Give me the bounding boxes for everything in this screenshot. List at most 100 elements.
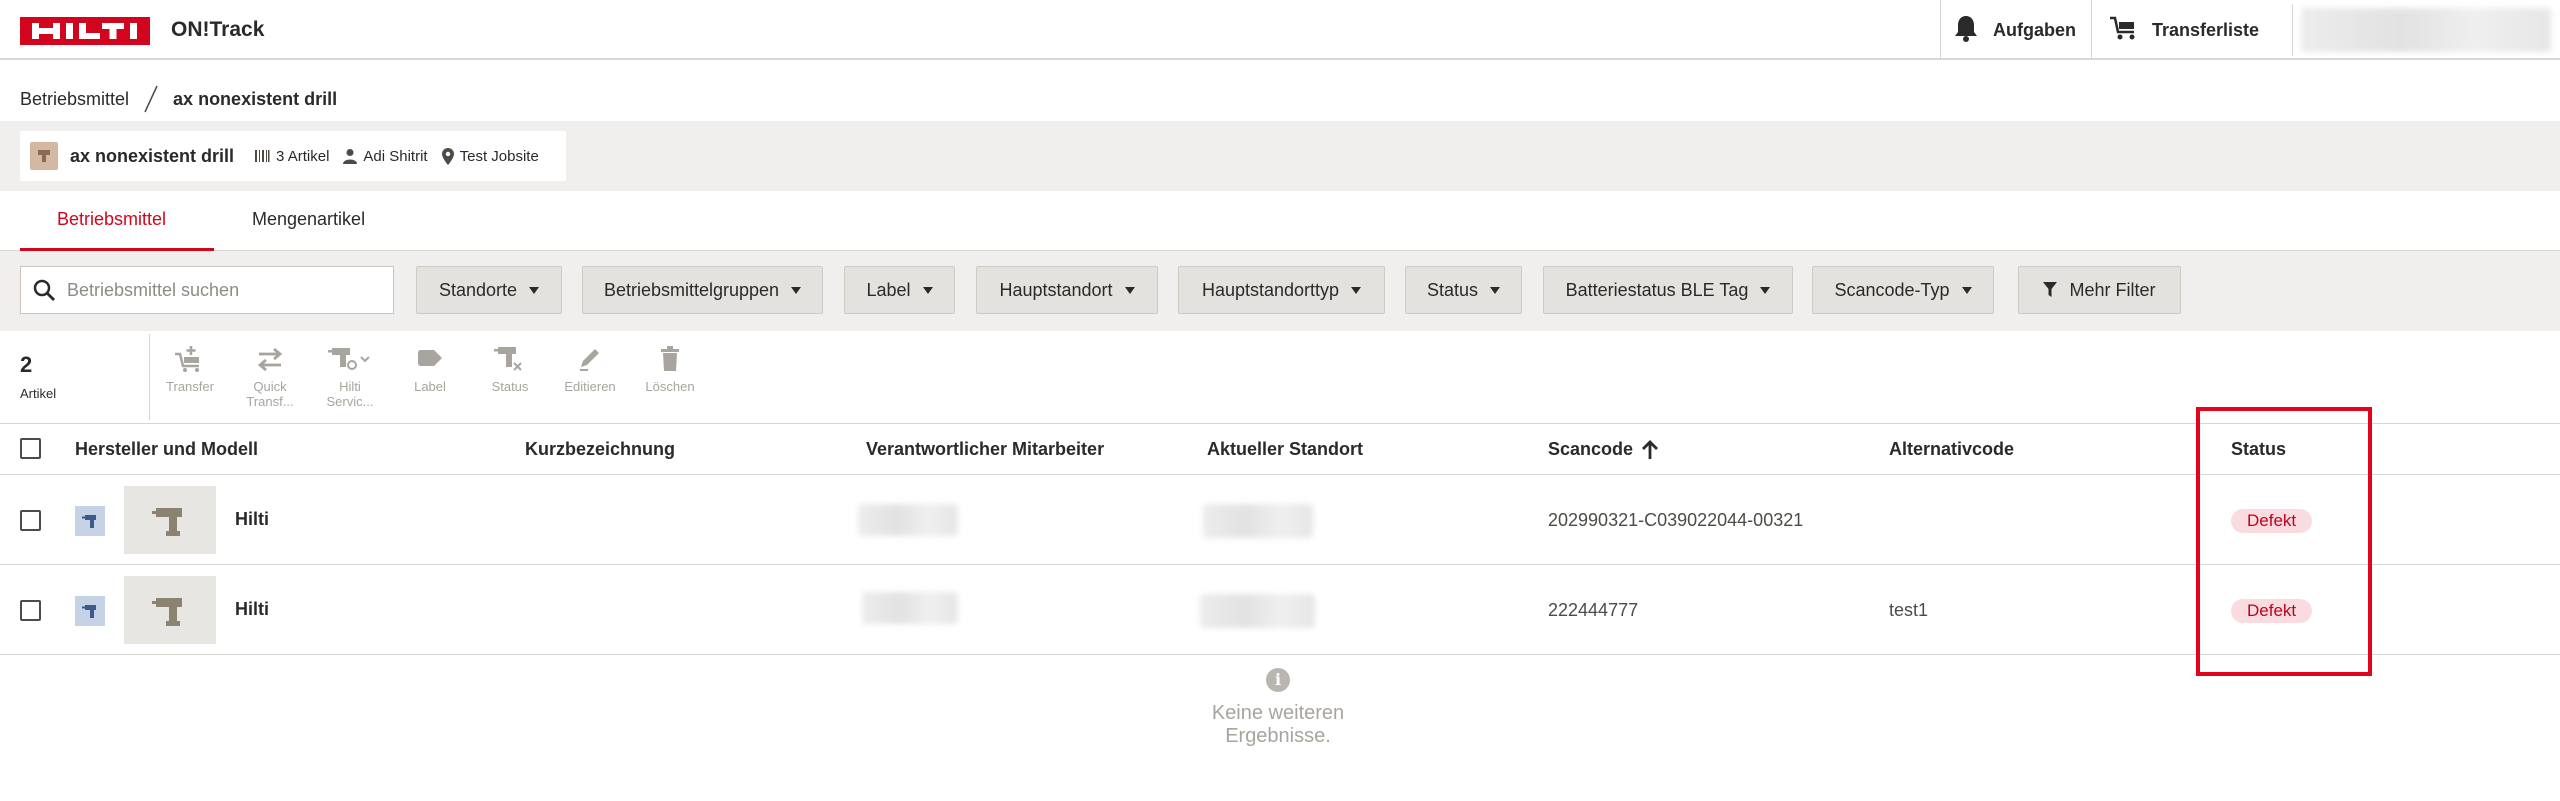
toolbar-status[interactable]: Status: [475, 345, 545, 394]
drill-status-icon: [494, 347, 522, 371]
pencil-icon: [580, 349, 599, 371]
caret-down-icon: [1351, 286, 1362, 294]
filter-betriebsmittelgruppen[interactable]: Betriebsmittelgruppen: [582, 266, 823, 314]
asset-info-band: ax nonexistent drill 3 Artikel Adi Shitr…: [0, 121, 2560, 191]
toolbar-delete[interactable]: Löschen: [635, 345, 705, 394]
app-header: ON!Track Aufgaben Transferliste: [0, 0, 2560, 60]
column-header-responsible-employee[interactable]: Verantwortlicher Mitarbeiter: [866, 439, 1104, 460]
toolbar-edit[interactable]: Editieren: [555, 345, 625, 394]
cell-scancode: 222444777: [1548, 600, 1639, 620]
tasks-label: Aufgaben: [1993, 19, 2076, 40]
cell-alternative-code: test1: [1889, 600, 1929, 620]
toolbar-label: Quick Transf...: [246, 379, 294, 409]
sort-ascending-icon: [1642, 439, 1659, 459]
filter-label: Hauptstandort: [999, 279, 1113, 300]
breadcrumb-root[interactable]: Betriebsmittel: [20, 89, 129, 110]
filter-label: Standorte: [438, 279, 518, 300]
breadcrumb: Betriebsmittel ax nonexistent drill: [20, 84, 337, 114]
search-input[interactable]: [67, 279, 367, 301]
drill-icon: [38, 150, 50, 162]
article-count-text: 3 Artikel: [276, 147, 330, 165]
toolbar-divider: [149, 334, 150, 420]
swap-arrows-icon: [257, 347, 283, 372]
drill-icon: [82, 515, 96, 528]
filter-standorte[interactable]: Standorte: [416, 266, 562, 314]
column-header-short-name[interactable]: Kurzbezeichnung: [525, 439, 675, 460]
responsible-employee: Adi Shitrit: [343, 148, 428, 165]
hilti-logo[interactable]: [20, 17, 150, 45]
result-count-label: Artikel: [20, 386, 57, 401]
filter-label: Mehr Filter: [2069, 279, 2156, 300]
cell-employee-redacted: [858, 504, 958, 536]
column-header-manufacturer[interactable]: Hersteller und Modell: [75, 439, 258, 460]
caret-down-icon: [1760, 286, 1771, 294]
scancode-header-text: Scancode: [1548, 439, 1634, 459]
trash-icon: [661, 346, 679, 371]
no-more-results-text: Keine weiteren Ergebnisse.: [1211, 702, 1345, 747]
filter-hauptstandort[interactable]: Hauptstandort: [976, 266, 1158, 314]
app-title: ON!Track: [171, 18, 265, 41]
transfer-list-button[interactable]: Transferliste: [2091, 0, 2291, 60]
filter-label: Batteriestatus BLE Tag: [1565, 279, 1749, 300]
column-header-alternative-code[interactable]: Alternativcode: [1889, 439, 2014, 460]
row-checkbox[interactable]: [20, 600, 41, 621]
status-column-highlight: [2196, 407, 2372, 676]
cart-add-icon: [175, 346, 199, 372]
caret-down-icon: [529, 286, 540, 294]
cell-location-redacted: [1203, 504, 1313, 538]
cell-manufacturer: Hilti: [235, 599, 269, 619]
filter-batteriestatus-ble-tag[interactable]: Batteriestatus BLE Tag: [1543, 266, 1793, 314]
column-header-scancode[interactable]: Scancode: [1548, 439, 1659, 460]
select-all-checkbox[interactable]: [20, 438, 41, 459]
filter-label: Label: [866, 279, 911, 300]
more-filters-button[interactable]: Mehr Filter: [2018, 266, 2181, 314]
filter-label: Scancode-Typ: [1834, 279, 1950, 300]
user-profile-menu[interactable]: [2292, 4, 2560, 56]
result-count-number: 2: [20, 352, 33, 377]
row-checkbox[interactable]: [20, 510, 41, 531]
filter-label[interactable]: Label: [844, 266, 955, 314]
transfer-list-label: Transferliste: [2152, 19, 2260, 40]
search-icon: [33, 279, 55, 301]
asset-thumbnail: [30, 142, 58, 170]
location-pin-icon: [441, 147, 454, 165]
caret-down-icon: [1961, 286, 1972, 294]
hilti-logo-mark: [20, 17, 150, 45]
column-header-current-location[interactable]: Aktueller Standort: [1207, 439, 1363, 460]
person-icon: [343, 149, 358, 164]
toolbar-transfer[interactable]: Transfer: [155, 345, 225, 394]
tab-betriebsmittel[interactable]: Betriebsmittel: [57, 209, 166, 230]
search-box: [20, 266, 394, 314]
row-divider: [0, 564, 2560, 565]
filter-hauptstandorttyp[interactable]: Hauptstandorttyp: [1178, 266, 1385, 314]
filter-label: Hauptstandorttyp: [1201, 279, 1340, 300]
cell-scancode: 202990321-C039022044-00321: [1548, 510, 1804, 530]
cart-icon: [2108, 15, 2138, 46]
filter-scancode-typ[interactable]: Scancode-Typ: [1812, 266, 1994, 314]
drill-image-icon: [152, 598, 182, 626]
tag-icon: [418, 350, 442, 366]
tasks-button[interactable]: Aufgaben: [1940, 0, 2090, 60]
tab-mengenartikel[interactable]: Mengenartikel: [252, 209, 365, 230]
row-divider: [0, 654, 2560, 655]
drill-image-icon: [152, 508, 182, 536]
info-icon: i: [1266, 668, 1290, 692]
header-divider: [0, 474, 2560, 475]
asset-image: [124, 576, 216, 644]
breadcrumb-current: ax nonexistent drill: [173, 88, 338, 109]
toolbar-label-button[interactable]: Label: [395, 345, 465, 394]
toolbar-label: Status: [491, 379, 529, 394]
breadcrumb-separator-icon: [144, 85, 158, 113]
asset-info-card: ax nonexistent drill 3 Artikel Adi Shitr…: [20, 131, 566, 181]
toolbar-hilti-service[interactable]: Hilti Servic...: [315, 345, 385, 409]
bell-icon: [1953, 14, 1979, 47]
asset-location: Test Jobsite: [441, 147, 539, 165]
filter-label: Betriebsmittelgruppen: [603, 279, 780, 300]
result-count: 2 Artikel: [20, 352, 56, 401]
toolbar-label: Label: [414, 379, 446, 394]
toolbar-quick-transfer[interactable]: Quick Transf...: [235, 345, 305, 409]
filter-status[interactable]: Status: [1405, 266, 1522, 314]
asset-type-icon: [75, 596, 105, 626]
cell-manufacturer: Hilti: [235, 509, 269, 529]
barcode-icon: [255, 150, 270, 162]
